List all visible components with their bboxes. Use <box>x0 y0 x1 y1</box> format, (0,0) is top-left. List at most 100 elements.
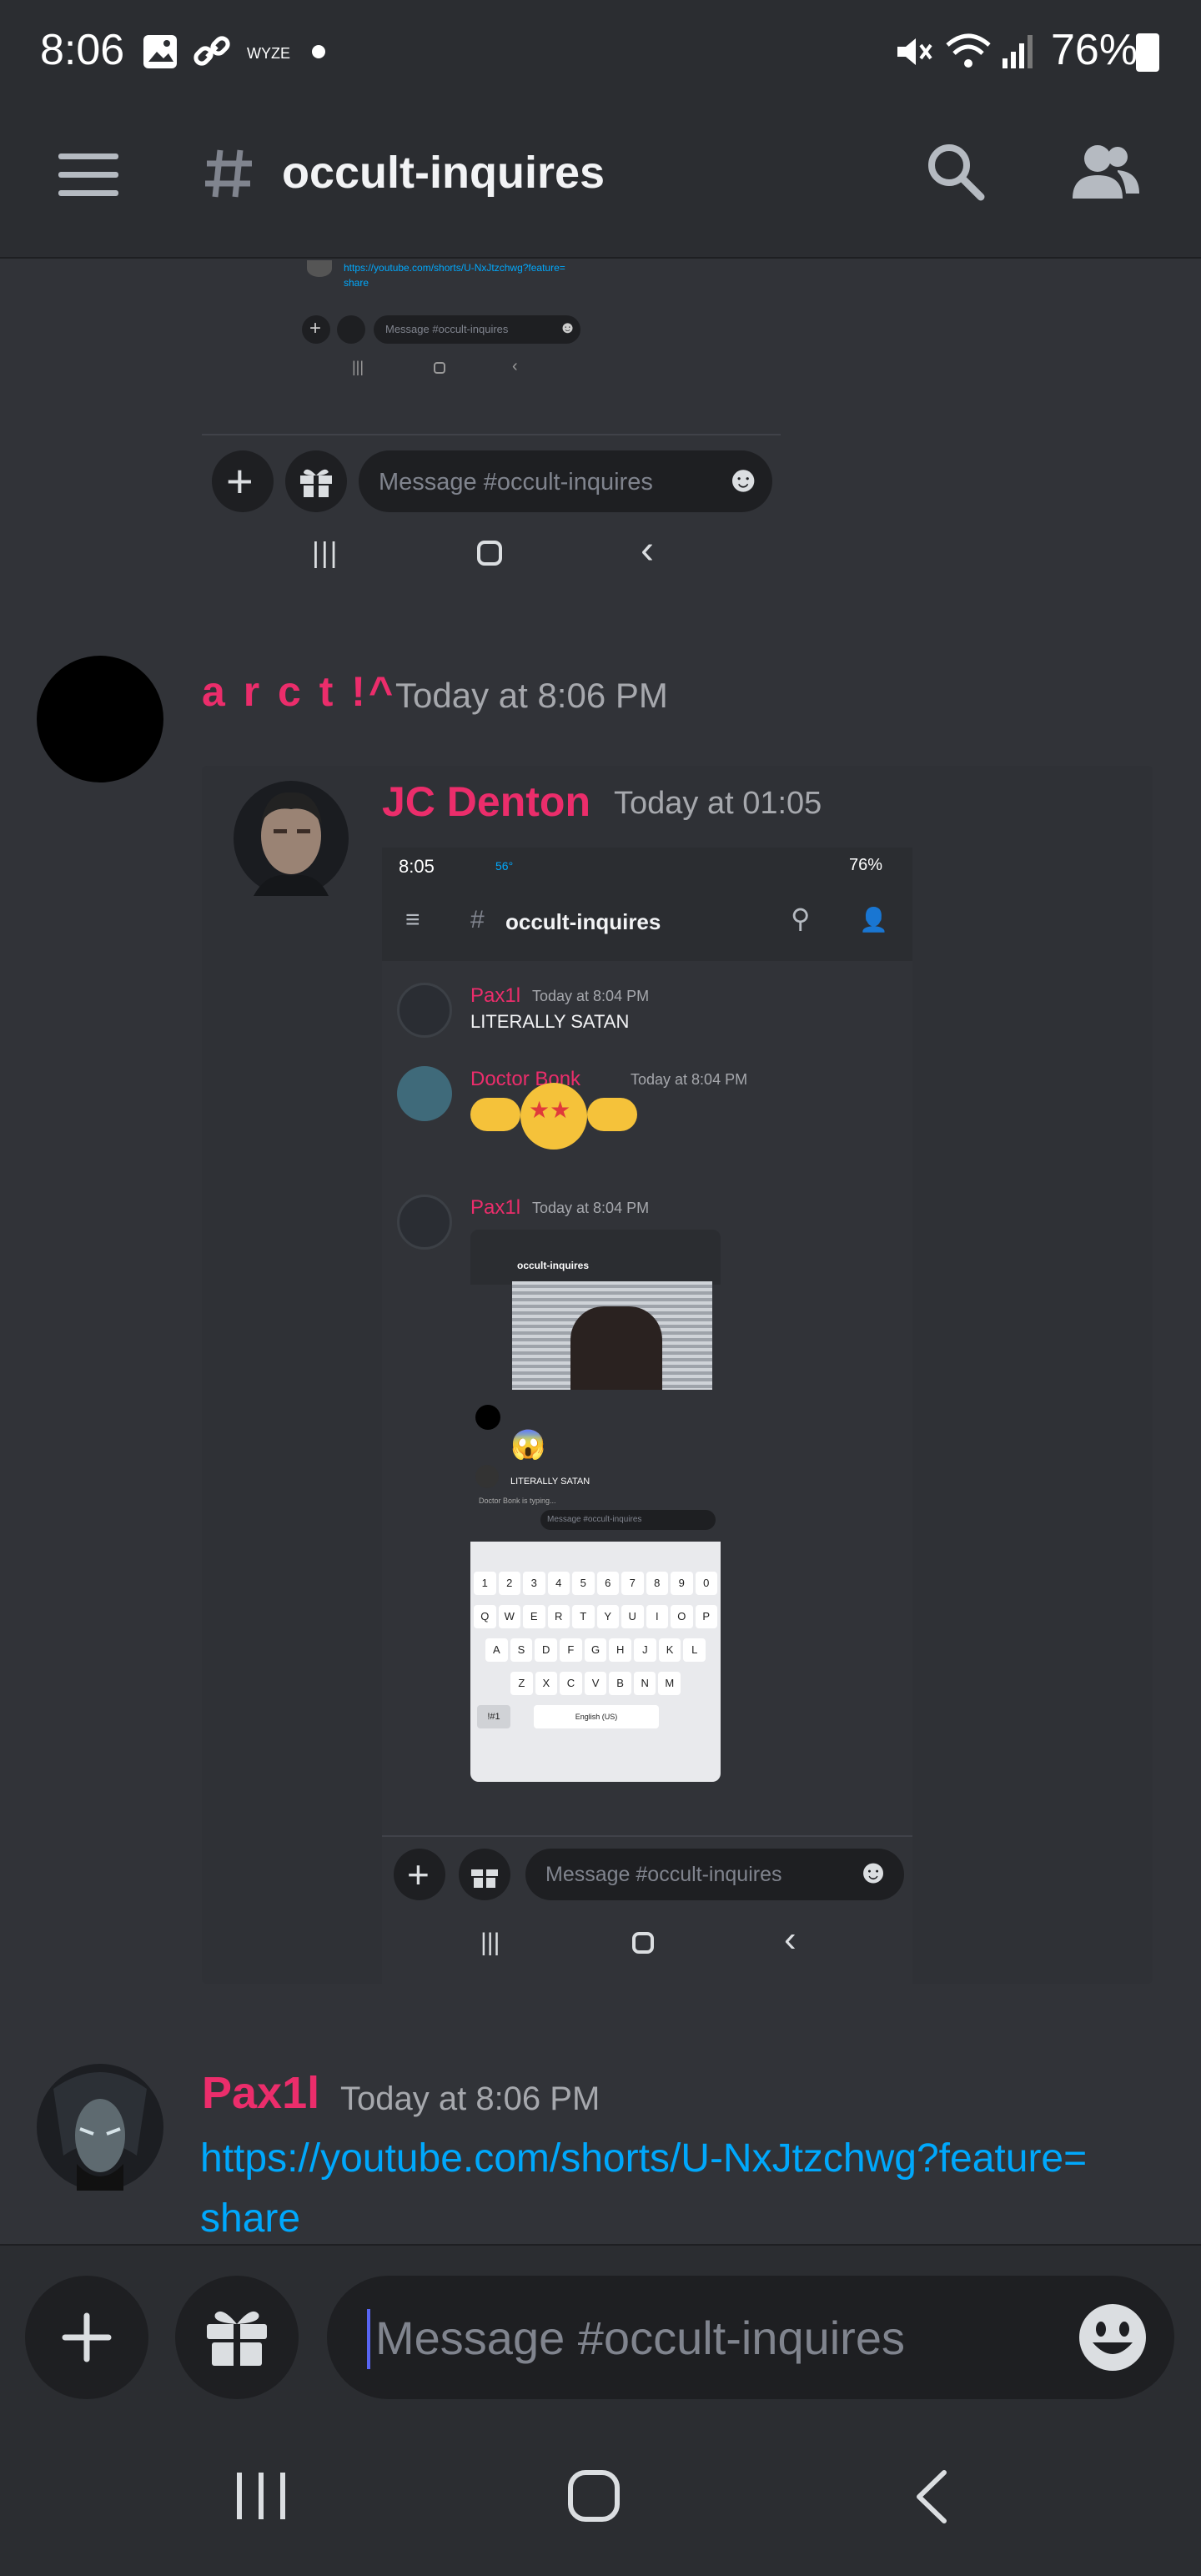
inner-gift-button <box>459 1849 510 1900</box>
inner-author: Pax1l <box>470 1196 521 1219</box>
tiny-link-line2: share <box>344 277 369 289</box>
nav-recents-icon: ||| <box>312 537 339 569</box>
inner-message-input: Message #occult-inquires ☻ <box>525 1849 904 1900</box>
notification-dot-icon <box>312 45 325 58</box>
status-time: 8:06 <box>40 26 125 74</box>
nav-recents-icon: ||| <box>480 1929 500 1956</box>
tiny-placeholder: Message #occult-inquires <box>385 323 509 335</box>
nested-typing: Doctor Bonk is typing... <box>479 1497 556 1505</box>
text-caret <box>367 2309 370 2369</box>
tiny-message-input: Message #occult-inquires ☻ <box>374 315 580 344</box>
gift-icon <box>300 469 332 497</box>
nested-satan-text: LITERALLY SATAN <box>510 1477 590 1487</box>
wyze-label: WYZE <box>247 45 290 62</box>
inner-placeholder: Message #occult-inquires <box>545 1863 782 1886</box>
inner-timestamp: Today at 8:04 PM <box>532 1200 650 1216</box>
gift-icon <box>471 1869 498 1888</box>
message-author[interactable]: a r c t !^ <box>202 667 396 716</box>
nav-home-icon <box>477 541 502 566</box>
emoji-icon[interactable] <box>1078 2302 1148 2372</box>
hamburger-icon: ≡ <box>405 906 420 933</box>
emoji-icon: ☻ <box>559 319 577 337</box>
battery-percent: 76% <box>1051 26 1138 74</box>
forwarded-message: JC Denton Today at 01:05 8:05 56° 76% ≡ … <box>202 766 1153 1984</box>
avatar-arct[interactable] <box>37 656 163 782</box>
gallery-icon <box>143 35 177 68</box>
hash-icon: # <box>470 906 485 933</box>
pointing-left-emoji <box>470 1098 520 1131</box>
members-icon[interactable] <box>1073 140 1139 202</box>
avatar-pax1l[interactable] <box>37 2064 163 2191</box>
divider <box>202 434 781 435</box>
battery-icon <box>1136 33 1159 72</box>
avatar-jc-denton[interactable] <box>234 781 349 896</box>
message-input[interactable]: Message #occult-inquires <box>327 2276 1174 2399</box>
embedded-screenshot[interactable]: 8:05 56° 76% ≡ # occult-inquires ⚲ 👤 Pax… <box>382 848 912 1984</box>
inner-divider <box>382 1835 912 1837</box>
forward-author[interactable]: JC Denton <box>382 777 590 826</box>
space-key: English (US) <box>534 1705 659 1728</box>
status-bar: 8:06 WYZE 76% <box>0 0 1201 103</box>
avatar <box>475 1405 500 1430</box>
nav-recents-icon: ||| <box>352 359 364 375</box>
message-timestamp: Today at 8:06 PM <box>395 676 668 715</box>
inner-status-temp: 56° <box>495 859 514 873</box>
mute-icon <box>897 38 932 65</box>
nested-image <box>512 1281 712 1390</box>
system-nav-bar <box>0 2412 1201 2576</box>
message-author[interactable]: Pax1l <box>202 2067 319 2119</box>
snippet-placeholder: Message #occult-inquires <box>379 469 653 496</box>
avatar-doctor-bonk <box>397 1066 452 1121</box>
inner-timestamp: Today at 8:04 PM <box>532 988 650 1004</box>
emoji-icon: ☻ <box>724 459 763 500</box>
avatar <box>307 260 332 277</box>
tiny-link-line1: https://youtube.com/shorts/U-NxJtzchwg?f… <box>344 262 565 274</box>
snippet-gift-button <box>285 450 347 512</box>
star-eyes-emoji: ★★ <box>520 1083 587 1150</box>
gift-icon <box>207 2311 267 2366</box>
inner-status-battery: 76% <box>849 856 883 874</box>
plus-icon <box>62 2312 112 2362</box>
members-icon: 👤 <box>859 907 888 933</box>
home-icon[interactable] <box>567 2469 622 2523</box>
scream-emoji: 😱 <box>510 1429 546 1461</box>
inner-header: 8:05 56° 76% ≡ # occult-inquires ⚲ 👤 <box>382 848 912 961</box>
hamburger-icon[interactable] <box>58 152 118 199</box>
avatar-pax1l <box>397 983 452 1038</box>
embedded-screenshot-tail[interactable]: https://youtube.com/shorts/U-NxJtzchwg?f… <box>202 260 781 594</box>
add-attachment-button[interactable] <box>25 2276 148 2399</box>
search-icon: ⚲ <box>791 903 811 933</box>
gift-button[interactable] <box>175 2276 299 2399</box>
composer-divider <box>0 2244 1201 2246</box>
plus-icon: + <box>226 455 254 507</box>
avatar-pax1l <box>397 1195 452 1250</box>
tiny-gift-icon <box>337 315 365 344</box>
plus-icon: + <box>309 317 322 340</box>
search-icon[interactable] <box>926 142 986 202</box>
keyboard-row-1: 1 2 3 4 5 6 7 8 9 0 <box>474 1572 717 1595</box>
signal-icon <box>1003 35 1033 68</box>
nested-placeholder: Message #occult-inquires <box>547 1515 642 1524</box>
inner-message-text: LITERALLY SATAN <box>470 1011 630 1032</box>
inner-status-time: 8:05 <box>399 856 435 877</box>
youtube-link-line1[interactable]: https://youtube.com/shorts/U-NxJtzchwg?f… <box>200 2136 1087 2181</box>
keyboard-row-2: Q W E R T Y U I O P <box>474 1605 717 1628</box>
inner-author: Pax1l <box>470 984 521 1007</box>
nested-screenshot: occult-inquires 😱 LITERALLY SATAN Doctor… <box>470 1230 721 1782</box>
nested-channel: occult-inquires <box>517 1260 590 1271</box>
plus-icon: + <box>407 1853 430 1896</box>
recents-icon[interactable] <box>234 2471 289 2521</box>
forward-timestamp: Today at 01:05 <box>614 786 822 821</box>
message-placeholder: Message #occult-inquires <box>375 2312 905 2364</box>
symbols-key: !#1 <box>477 1705 510 1728</box>
nav-home-icon <box>434 362 445 374</box>
youtube-link-line2[interactable]: share <box>200 2196 300 2241</box>
nested-image-figure <box>570 1306 662 1390</box>
inner-channel-name: occult-inquires <box>505 909 661 934</box>
nav-back-icon: ‹ <box>512 357 518 375</box>
pointing-right-emoji <box>587 1098 637 1131</box>
back-icon[interactable] <box>912 2469 951 2524</box>
channel-name: occult-inquires <box>282 148 606 198</box>
nav-back-icon: ‹ <box>641 528 654 572</box>
message-timestamp: Today at 8:06 PM <box>340 2080 600 2117</box>
